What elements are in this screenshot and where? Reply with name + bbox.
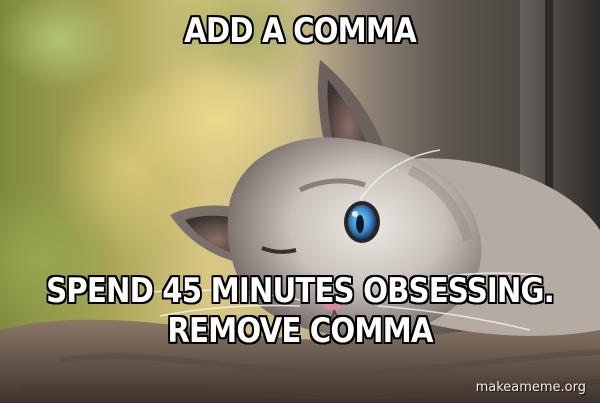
meme-bottom-caption-line1: SPEND 45 MINUTES OBSESSING. <box>46 271 555 311</box>
meme-bottom-caption-line2: REMOVE COMMA <box>167 311 433 351</box>
meme-image: ADD A COMMA SPEND 45 MINUTES OBSESSING. … <box>0 0 600 403</box>
meme-top-caption: ADD A COMMA <box>184 11 417 51</box>
watermark: makeameme.org <box>475 380 586 395</box>
